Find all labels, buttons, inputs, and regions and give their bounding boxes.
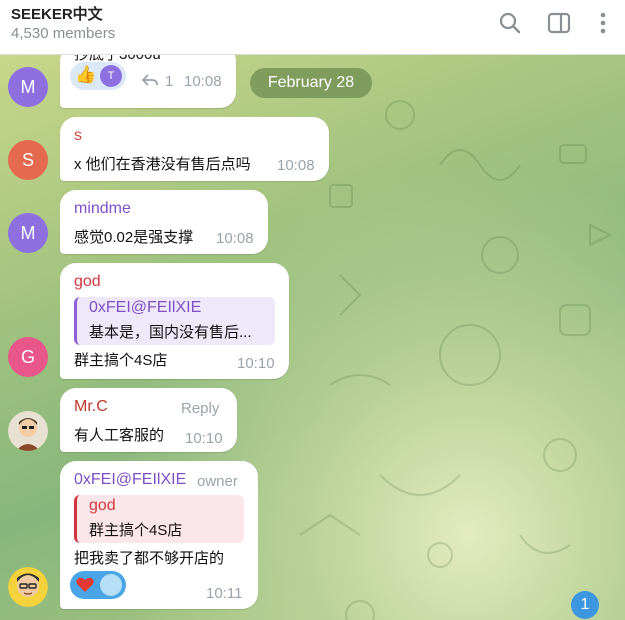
avatar[interactable]: G [8, 337, 48, 377]
avatar[interactable] [8, 567, 48, 607]
reactor-avatar [100, 574, 122, 596]
thumbs-up-icon: 👍 [75, 65, 97, 84]
quoted-text: 基本是，国内没有售后... [89, 324, 252, 341]
reply-arrow-icon [142, 74, 158, 86]
sidebar-toggle-icon[interactable] [546, 10, 572, 36]
sender-name[interactable]: 0xFEI@FEIlXIE [74, 471, 186, 489]
avatar-initial: G [20, 347, 35, 367]
red-heart-icon [76, 577, 94, 592]
avatar-initial: S [21, 150, 34, 170]
message-time: 10:08 [216, 230, 254, 247]
message-bubble[interactable]: mindme 感觉0.02是强支撑 10:08 [60, 190, 268, 254]
quoted-message[interactable]: god 群主搞个4S店 [74, 495, 244, 543]
avatar[interactable]: S [8, 140, 48, 180]
search-icon[interactable] [497, 10, 523, 36]
sender-name[interactable]: god [74, 273, 101, 291]
message-time: 10:10 [185, 430, 223, 447]
sender-name[interactable]: Mr.C [74, 398, 108, 416]
message-time: 10:10 [237, 355, 275, 372]
message-text: 把我卖了都不够开店的 [74, 550, 225, 567]
chat-area[interactable]: February 28 抄底了3000u 👍 T 1 10:08 M s x 他… [0, 55, 625, 620]
message-bubble[interactable]: 0xFEI@FEIlXIE owner god 群主搞个4S店 把我卖了都不够开… [60, 461, 258, 609]
message-time: 10:11 [206, 585, 243, 602]
quoted-text: 群主搞个4S店 [89, 522, 183, 539]
message-text: 感觉0.02是强支撑 [74, 229, 194, 246]
reaction-pill[interactable]: 👍 T [70, 62, 126, 90]
message-text: 有人工客服的 [74, 427, 165, 444]
message-text: x 他们在香港没有售后点吗 [74, 156, 251, 173]
message-bubble[interactable]: 抄底了3000u 👍 T 1 10:08 [60, 55, 236, 108]
message-text: 群主搞个4S店 [74, 352, 168, 369]
chat-header: SEEKER中文 4,530 members [0, 0, 625, 55]
quoted-message[interactable]: 0xFEI@FEIlXIE 基本是，国内没有售后... [74, 297, 275, 345]
message-time: 10:08 [277, 157, 315, 174]
avatar[interactable] [8, 411, 48, 451]
avatar[interactable]: M [8, 213, 48, 253]
date-separator: February 28 [250, 68, 372, 98]
quoted-sender: god [89, 497, 116, 514]
reply-button[interactable]: Reply [181, 400, 219, 417]
avatar-initial: M [20, 223, 36, 243]
sender-name[interactable]: mindme [74, 200, 131, 218]
message-time: 10:08 [184, 73, 222, 90]
avatar[interactable]: M [8, 67, 48, 107]
sender-name[interactable]: s [74, 127, 82, 145]
reaction-pill[interactable] [70, 571, 126, 599]
reaction-user-avatar: T [100, 65, 122, 87]
member-count: 4,530 members [11, 25, 116, 42]
quoted-sender: 0xFEI@FEIlXIE [89, 299, 202, 316]
chat-title[interactable]: SEEKER中文 [11, 3, 103, 24]
role-badge: owner [197, 473, 238, 490]
avatar-initial: M [20, 77, 36, 97]
reply-count[interactable]: 1 [165, 73, 173, 90]
unread-counter[interactable]: 1 [571, 591, 599, 619]
more-vertical-icon[interactable] [590, 10, 616, 36]
message-bubble[interactable]: s x 他们在香港没有售后点吗 10:08 [60, 117, 329, 181]
message-bubble[interactable]: Mr.C Reply 有人工客服的 10:10 [60, 388, 237, 452]
message-bubble[interactable]: god 0xFEI@FEIlXIE 基本是，国内没有售后... 群主搞个4S店 … [60, 263, 289, 379]
